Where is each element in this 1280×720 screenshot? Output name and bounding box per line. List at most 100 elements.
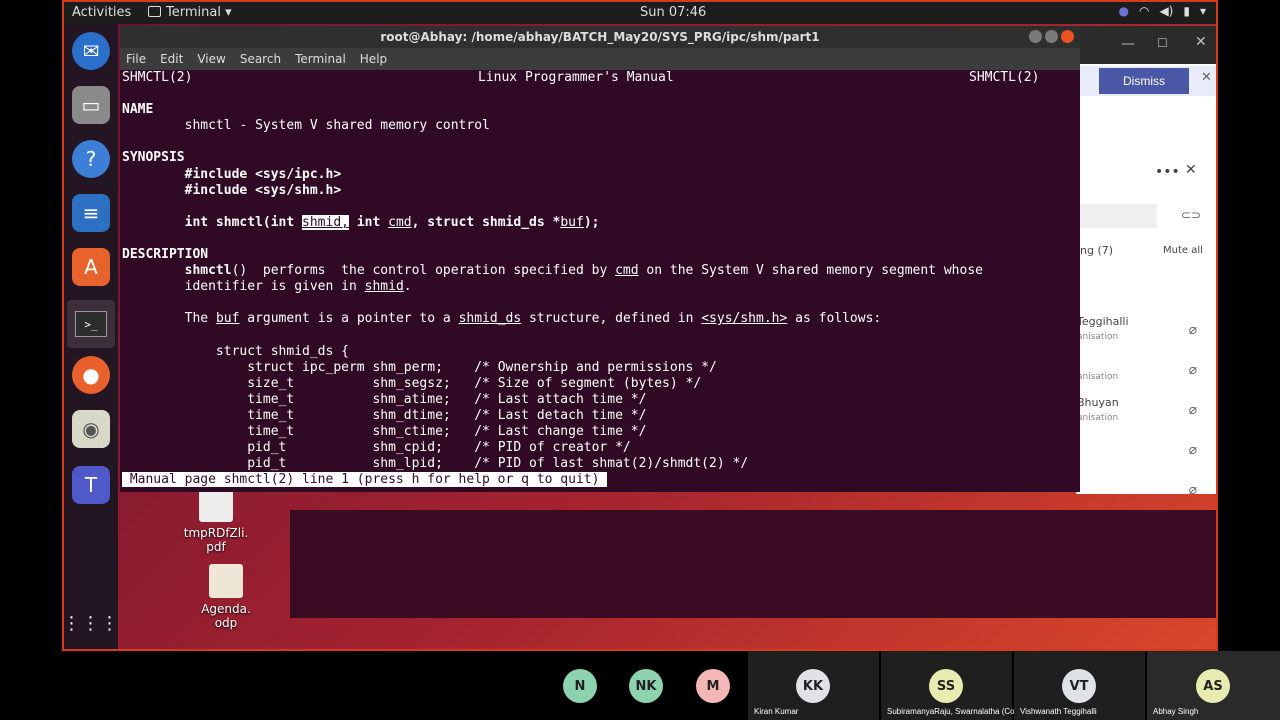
participant-name: SubiramanyaRaju, Swarnalatha (Co... xyxy=(887,707,1022,716)
include-line: #include <sys/shm.h> xyxy=(184,182,342,198)
close-icon[interactable]: ✕ xyxy=(1185,162,1197,178)
search-participants-input[interactable] xyxy=(1077,204,1157,228)
man-page-content[interactable]: SHMCTL(2) Linux Programmer's Manual SHMCTL… xyxy=(122,70,1080,492)
teams-icon[interactable]: T xyxy=(72,466,110,504)
activities-button[interactable]: Activities xyxy=(72,5,131,20)
menu-view[interactable]: View xyxy=(197,52,225,66)
files-icon[interactable]: ▭ xyxy=(72,86,110,124)
window-title: root@Abhay: /home/abhay/BATCH_May20/SYS_… xyxy=(380,30,820,44)
menu-edit[interactable]: Edit xyxy=(160,52,183,66)
help-icon[interactable]: ? xyxy=(72,140,110,178)
struct-open: struct shmid_ds { xyxy=(215,343,349,359)
desktop-file-odp[interactable]: Agenda. odp xyxy=(186,564,266,630)
file-name: Agenda. odp xyxy=(201,602,251,630)
menu-terminal[interactable]: Terminal xyxy=(295,52,346,66)
desc-text: shmctl xyxy=(184,263,232,279)
proto-arg: buf xyxy=(560,214,584,230)
maximize-button[interactable] xyxy=(1045,30,1058,43)
participant-tile[interactable]: AS Abhay Singh xyxy=(1147,651,1280,720)
participant-avatar: SS xyxy=(929,669,963,703)
desc-arg: shmid_ds xyxy=(458,311,522,327)
app-menu[interactable]: Terminal ▾ xyxy=(148,5,232,20)
desc-arg: <sys/shm.h> xyxy=(701,311,788,327)
participant-name: Kiran Kumar xyxy=(754,707,799,716)
participant-avatar: AS xyxy=(1196,669,1230,703)
menu-search[interactable]: Search xyxy=(240,52,281,66)
participant-avatar[interactable]: N xyxy=(563,669,597,703)
show-applications-icon[interactable]: ⋮⋮⋮ xyxy=(64,604,119,642)
desc-arg: buf xyxy=(215,311,240,327)
maximize-icon[interactable]: ☐ xyxy=(1157,36,1168,50)
close-icon[interactable]: ✕ xyxy=(1195,34,1207,50)
participant-tile[interactable]: KK Kiran Kumar xyxy=(748,651,879,720)
terminal-title-bar: root@Abhay: /home/abhay/BATCH_May20/SYS_… xyxy=(120,26,1080,48)
participant-name: Bhuyan xyxy=(1077,396,1119,409)
software-center-icon[interactable]: A xyxy=(72,248,110,286)
struct-member: pid_t shm_lpid; /* PID of last shmat(2)/… xyxy=(247,456,749,472)
participant-tile[interactable]: VT Vishwanath Teggihalli xyxy=(1014,651,1145,720)
name-description: shmctl - System V shared memory control xyxy=(184,118,490,134)
pdf-file-icon xyxy=(199,488,233,522)
mute-all-button[interactable]: Mute all xyxy=(1163,245,1203,256)
terminal-menubar: File Edit View Search Terminal Help xyxy=(120,48,1080,70)
writer-icon[interactable]: ≡ xyxy=(72,194,110,232)
proto-text: , struct shmid_ds * xyxy=(411,214,561,230)
teams-window: — ☐ ✕ Dismiss ✕ ••• ✕ ⊂⊃ ing (7) Mute al… xyxy=(1076,26,1216,498)
struct-member: time_t shm_dtime; /* Last detach time */ xyxy=(247,407,647,423)
desktop-file-pdf[interactable]: tmpRDfZli. pdf xyxy=(176,488,256,554)
desc-text: on the System V shared memory segment wh… xyxy=(638,263,983,279)
minimize-button[interactable] xyxy=(1029,30,1042,43)
desc-text: structure, defined in xyxy=(521,311,702,327)
header-center: Linux Programmer's Manual xyxy=(478,70,674,85)
proto-text: ); xyxy=(583,214,600,230)
header-left: SHMCTL(2) xyxy=(122,70,193,85)
system-tray[interactable]: ● ◠ ◀) ▮ ▾ xyxy=(1118,4,1206,18)
struct-member: time_t shm_atime; /* Last attach time */ xyxy=(247,391,647,407)
description-line: identifier is given in shmid. xyxy=(122,279,1080,295)
participant-avatar[interactable]: M xyxy=(696,669,730,703)
description-line: The buf argument is a pointer to a shmid… xyxy=(122,311,1080,327)
desc-arg: cmd xyxy=(615,263,639,279)
terminal-icon xyxy=(148,6,161,17)
desc-text: The xyxy=(184,311,216,327)
mic-off-icon: ⌀ xyxy=(1188,322,1197,338)
struct-member: size_t shm_segsz; /* Size of segment (by… xyxy=(247,375,702,391)
dismiss-button[interactable]: Dismiss xyxy=(1099,68,1189,94)
mic-off-icon: ⌀ xyxy=(1188,402,1197,418)
top-bar: Activities Terminal ▾ Sun 07:46 ● ◠ ◀) ▮… xyxy=(64,2,1216,24)
firefox-icon[interactable]: ● xyxy=(72,356,110,394)
menu-help[interactable]: Help xyxy=(360,52,387,66)
more-options-icon[interactable]: ••• xyxy=(1155,164,1180,180)
participant-name: Vishwanath Teggihalli xyxy=(1020,707,1097,716)
mic-off-icon: ⌀ xyxy=(1188,442,1197,458)
terminal-dock-icon[interactable]: >_ xyxy=(67,300,115,348)
section-heading: SYNOPSIS xyxy=(122,150,185,166)
clock[interactable]: Sun 07:46 xyxy=(640,5,706,20)
participant-name: Teggihalli xyxy=(1077,315,1129,328)
chevron-down-icon[interactable]: ▾ xyxy=(1200,4,1206,18)
close-button[interactable] xyxy=(1061,30,1074,43)
close-icon[interactable]: ✕ xyxy=(1201,70,1212,85)
background-window xyxy=(290,510,1216,618)
minimize-icon[interactable]: — xyxy=(1121,36,1135,52)
thunderbird-icon[interactable]: ✉ xyxy=(72,32,110,70)
rhythmbox-icon[interactable]: ◉ xyxy=(72,410,110,448)
desc-text: argument is a pointer to a xyxy=(239,311,459,327)
proto-text: int shmctl(int xyxy=(184,214,303,230)
terminal-window[interactable]: root@Abhay: /home/abhay/BATCH_May20/SYS_… xyxy=(120,26,1080,492)
menu-file[interactable]: File xyxy=(126,52,146,66)
struct-member: struct ipc_perm shm_perm; /* Ownership a… xyxy=(247,359,717,375)
mic-off-icon: ⌀ xyxy=(1188,482,1197,498)
link-icon[interactable]: ⊂⊃ xyxy=(1181,208,1201,222)
participant-avatar: KK xyxy=(796,669,830,703)
meeting-participant-strip: N NK M KK Kiran Kumar SS SubiramanyaRaju… xyxy=(0,651,1280,720)
participant-tile[interactable]: SS SubiramanyaRaju, Swarnalatha (Co... xyxy=(881,651,1021,720)
participant-avatar[interactable]: NK xyxy=(629,669,663,703)
in-meeting-count: ing (7) xyxy=(1077,244,1114,257)
selected-text[interactable]: shmid, xyxy=(302,214,349,230)
teams-tray-icon[interactable]: ● xyxy=(1118,4,1128,18)
notification-bar: Dismiss xyxy=(1077,66,1216,96)
window-controls xyxy=(1029,30,1074,43)
volume-icon: ◀) xyxy=(1159,4,1174,18)
app-menu-label: Terminal ▾ xyxy=(166,5,232,20)
